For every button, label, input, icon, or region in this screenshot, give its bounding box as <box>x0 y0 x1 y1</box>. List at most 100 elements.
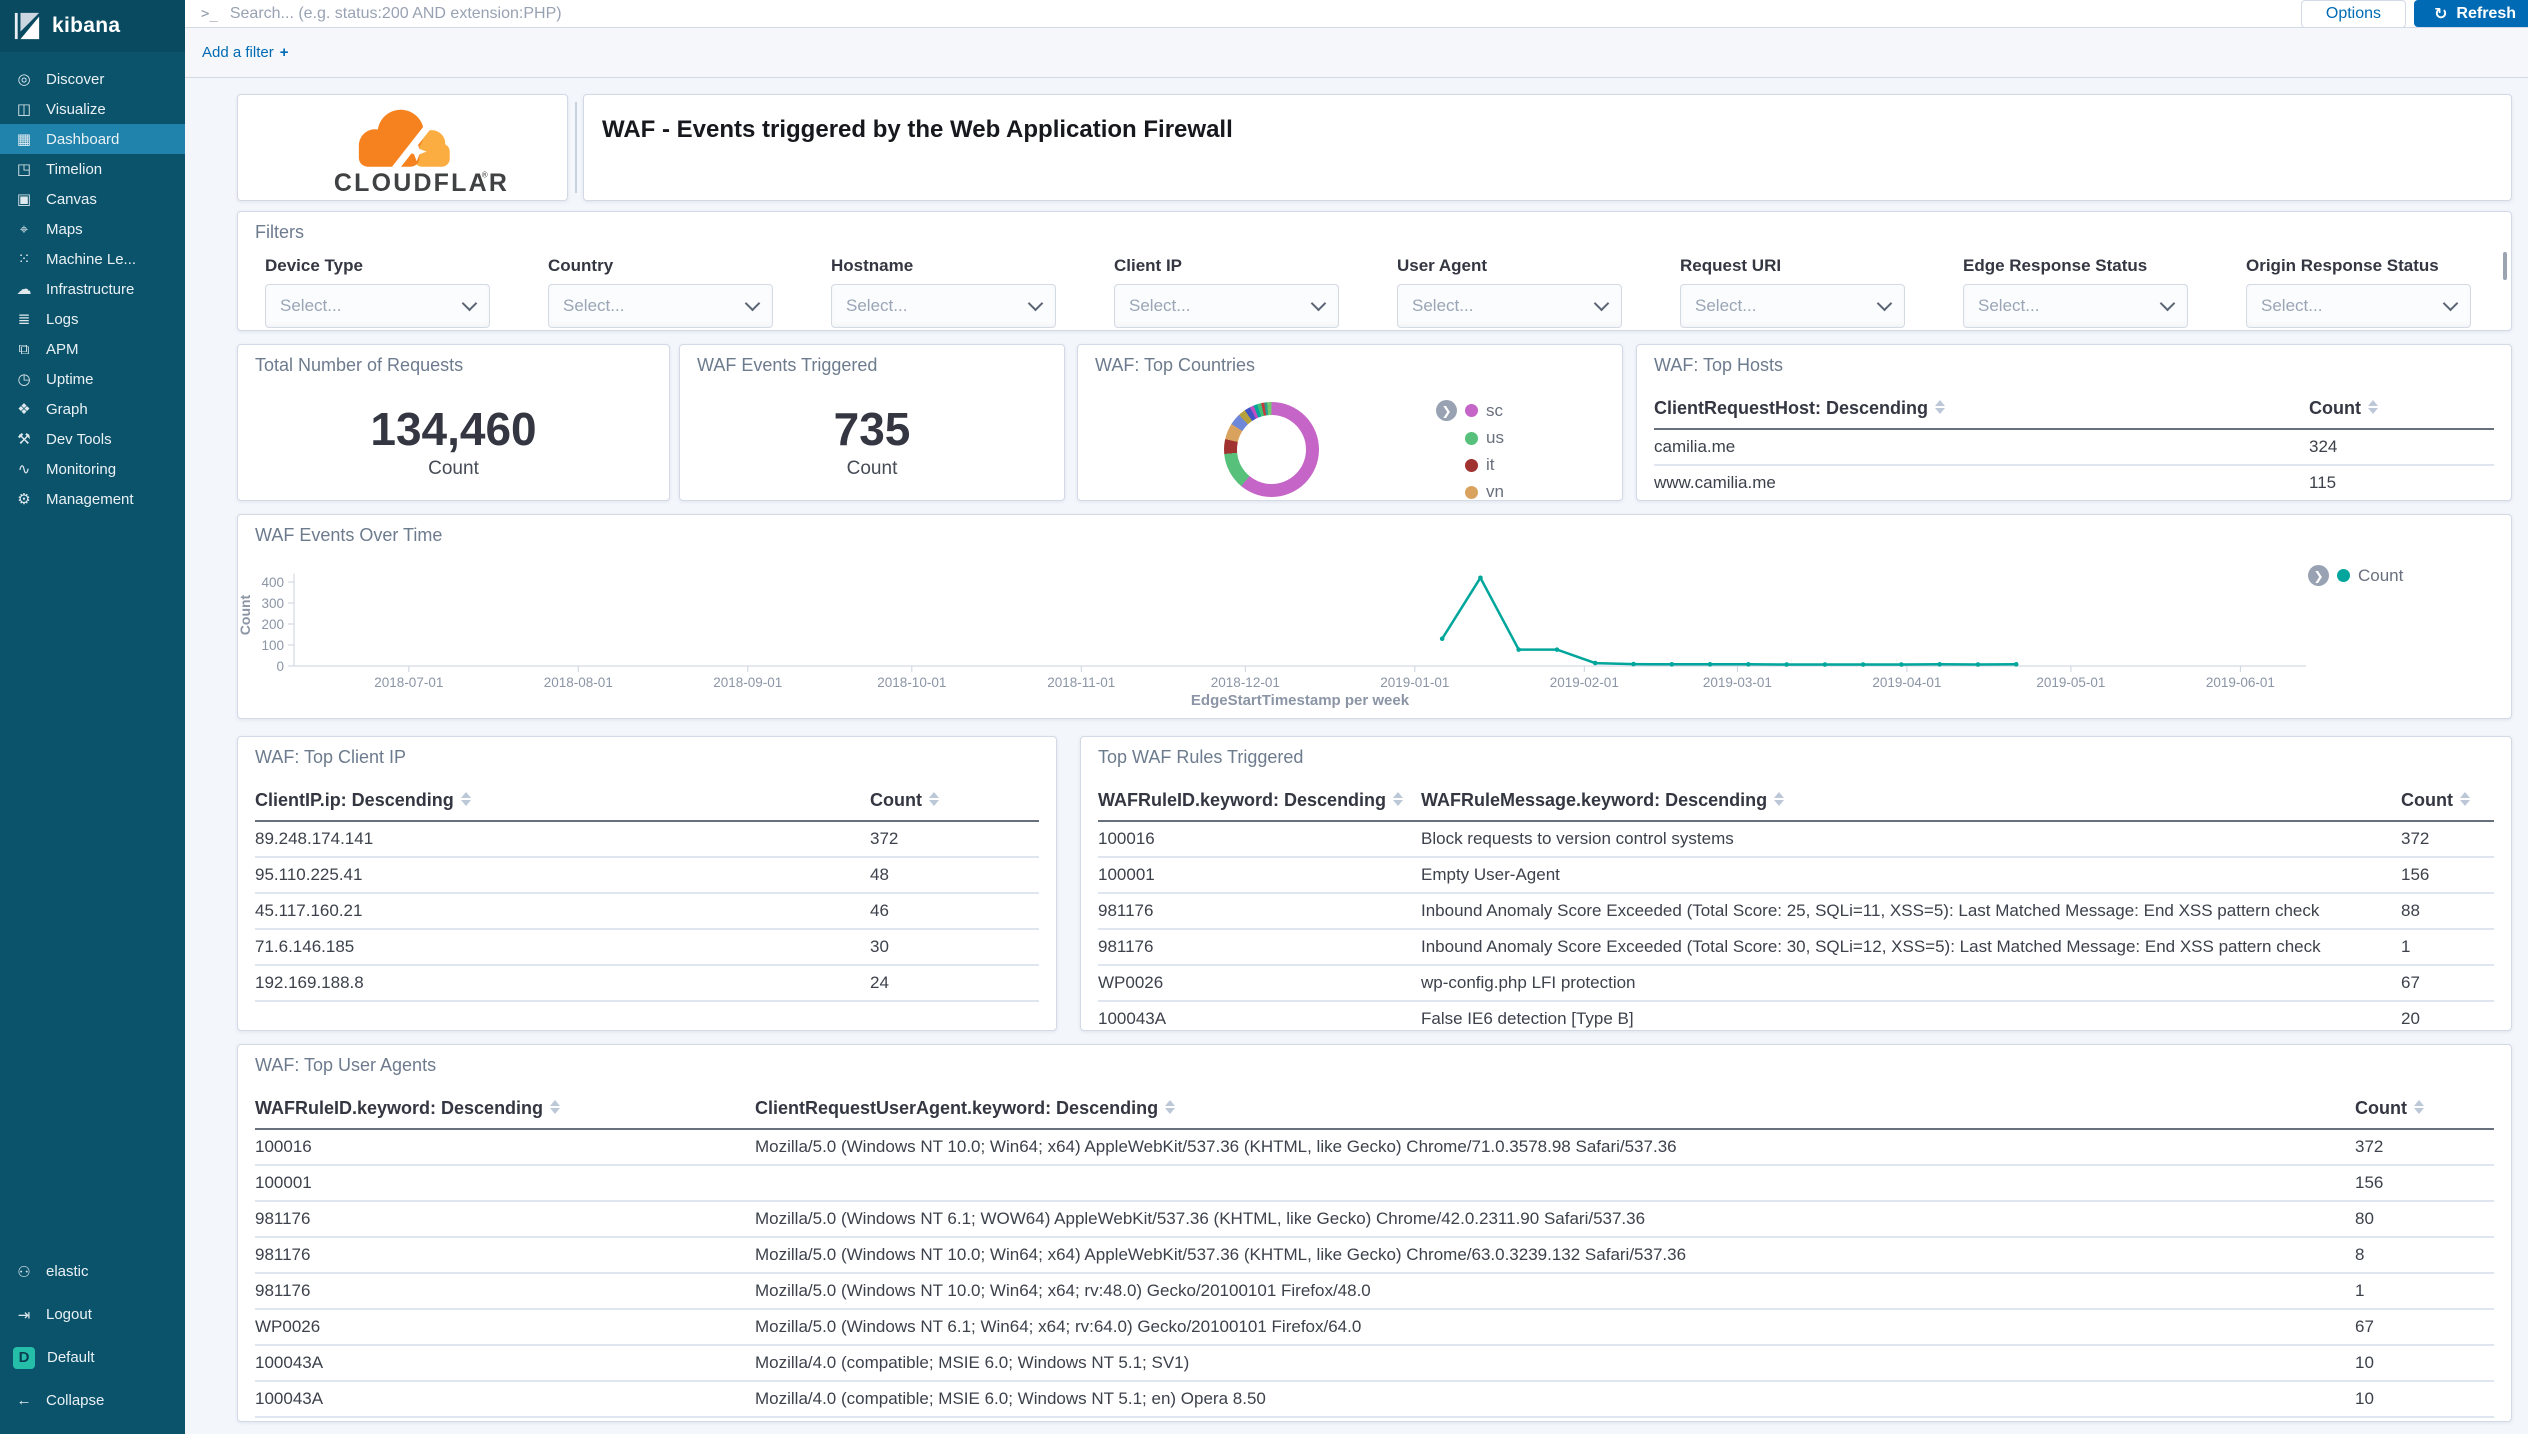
table-row[interactable]: WP0026wp-config.php LFI protection67 <box>1098 966 2494 1002</box>
data-point[interactable] <box>2014 662 2019 667</box>
column-header[interactable]: Count <box>870 790 1039 811</box>
sidebar-item-canvas[interactable]: ▣Canvas <box>0 184 185 214</box>
column-header[interactable]: Count <box>2309 398 2494 419</box>
filter-select-user-agent[interactable]: Select... <box>1397 284 1622 328</box>
refresh-button[interactable]: ↻ Refresh <box>2414 0 2528 27</box>
sidebar-item-discover[interactable]: ◎Discover <box>0 64 185 94</box>
table-row[interactable]: 100001156 <box>255 1166 2494 1202</box>
table-row[interactable]: 95.110.225.4148 <box>255 858 1039 894</box>
table-row[interactable]: 100016Mozilla/5.0 (Windows NT 10.0; Win6… <box>255 1130 2494 1166</box>
table-row[interactable]: 192.169.188.824 <box>255 966 1039 1002</box>
sort-icon[interactable] <box>2414 1100 2424 1114</box>
table-row[interactable]: 981176Mozilla/5.0 (Windows NT 10.0; Win6… <box>255 1238 2494 1274</box>
table-row[interactable]: camilia.me324 <box>1654 430 2494 466</box>
data-point[interactable] <box>1516 647 1521 652</box>
table-row[interactable]: 100001Empty User-Agent156 <box>1098 858 2494 894</box>
options-button[interactable]: Options <box>2301 0 2406 28</box>
legend-item-it[interactable]: it <box>1436 455 1504 475</box>
filter-select-edge-response-status[interactable]: Select... <box>1963 284 2188 328</box>
data-point[interactable] <box>1746 662 1751 667</box>
legend-label[interactable]: Count <box>2358 566 2403 586</box>
legend-item-sc[interactable]: ❯sc <box>1436 400 1504 421</box>
filter-select-device-type[interactable]: Select... <box>265 284 490 328</box>
data-point[interactable] <box>1593 661 1598 666</box>
data-point[interactable] <box>1861 662 1866 667</box>
sort-icon[interactable] <box>1165 1100 1175 1114</box>
sidebar-item-visualize[interactable]: ◫Visualize <box>0 94 185 124</box>
sidebar-item-graph[interactable]: ❖Graph <box>0 394 185 424</box>
data-point[interactable] <box>1937 662 1942 667</box>
legend-item-vn[interactable]: vn <box>1436 482 1504 501</box>
sidebar-item-machine-le[interactable]: ⁙Machine Le... <box>0 244 185 274</box>
add-filter-plus-icon[interactable]: + <box>280 44 289 61</box>
sidebar-item-logs[interactable]: ≣Logs <box>0 304 185 334</box>
filter-select-hostname[interactable]: Select... <box>831 284 1056 328</box>
filter-select-request-uri[interactable]: Select... <box>1680 284 1905 328</box>
sort-icon[interactable] <box>550 1100 560 1114</box>
table-row[interactable]: 100043AFalse IE6 detection [Type B]20 <box>1098 1002 2494 1031</box>
filters-scrollbar[interactable] <box>2503 252 2507 280</box>
sort-icon[interactable] <box>2368 400 2378 414</box>
column-header[interactable]: WAFRuleID.keyword: Descending <box>1098 790 1421 811</box>
sort-icon[interactable] <box>1393 792 1403 806</box>
sidebar-item-default[interactable]: DDefault <box>0 1336 185 1379</box>
sidebar-item-dashboard[interactable]: ▦Dashboard <box>0 124 185 154</box>
events-line-chart[interactable]: 01002003004002018-07-012018-08-012018-09… <box>238 515 2507 719</box>
legend-item-us[interactable]: us <box>1436 428 1504 448</box>
sort-icon[interactable] <box>2460 792 2470 806</box>
filter-select-origin-response-status[interactable]: Select... <box>2246 284 2471 328</box>
filter-select-country[interactable]: Select... <box>548 284 773 328</box>
data-point[interactable] <box>1631 662 1636 667</box>
table-row[interactable]: 981176Mozilla/5.0 (Windows NT 6.1; WOW64… <box>255 1202 2494 1238</box>
search-input[interactable]: >_ Search... (e.g. status:200 AND extens… <box>185 5 2301 23</box>
data-point[interactable] <box>1784 662 1789 667</box>
sort-icon[interactable] <box>461 792 471 806</box>
table-row[interactable]: www.camilia.me115 <box>1654 466 2494 501</box>
sort-icon[interactable] <box>1774 792 1784 806</box>
sidebar-item-elastic[interactable]: ⚇elastic <box>0 1250 185 1293</box>
table-row[interactable]: 100016Block requests to version control … <box>1098 822 2494 858</box>
data-point[interactable] <box>1823 662 1828 667</box>
table-row[interactable]: 981176Mozilla/5.0 (Windows NT 10.0; Win6… <box>255 1274 2494 1310</box>
column-header[interactable]: WAFRuleID.keyword: Descending <box>255 1098 755 1119</box>
data-point[interactable] <box>1708 662 1713 667</box>
data-point[interactable] <box>1440 636 1445 641</box>
data-point[interactable] <box>1478 576 1483 581</box>
table-row[interactable]: 45.117.160.2146 <box>255 894 1039 930</box>
sort-icon[interactable] <box>929 792 939 806</box>
table-row[interactable]: 981176Inbound Anomaly Score Exceeded (To… <box>1098 894 2494 930</box>
column-header[interactable]: Count <box>2401 790 2494 811</box>
column-header[interactable]: ClientRequestUserAgent.keyword: Descendi… <box>755 1098 2355 1119</box>
table-row[interactable]: 100043AMozilla/4.0 (compatible; MSIE 6.0… <box>255 1346 2494 1382</box>
table-row[interactable]: 100043AMozilla/4.0 (compatible; MSIE 6.0… <box>255 1382 2494 1418</box>
sidebar-item-monitoring[interactable]: ∿Monitoring <box>0 454 185 484</box>
add-filter-link[interactable]: Add a filter <box>202 44 274 61</box>
column-header[interactable]: Count <box>2355 1098 2494 1119</box>
table-row[interactable]: 71.6.146.18530 <box>255 930 1039 966</box>
sidebar-item-collapse[interactable]: ←Collapse <box>0 1379 185 1422</box>
data-point[interactable] <box>1899 662 1904 667</box>
sidebar-item-logout[interactable]: ⇥Logout <box>0 1293 185 1336</box>
sort-icon[interactable] <box>1935 400 1945 414</box>
table-row[interactable]: 89.248.174.141372 <box>255 822 1039 858</box>
data-point[interactable] <box>1555 647 1560 652</box>
sidebar-item-management[interactable]: ⚙Management <box>0 484 185 514</box>
countries-donut-chart[interactable] <box>1224 402 1319 497</box>
legend-expand-icon[interactable]: ❯ <box>1436 400 1457 421</box>
sidebar-item-timelion[interactable]: ◳Timelion <box>0 154 185 184</box>
table-row[interactable]: WP0026Mozilla/5.0 (Windows NT 6.1; Win64… <box>255 1310 2494 1346</box>
line-series-count[interactable] <box>1442 578 2016 665</box>
data-point[interactable] <box>1669 662 1674 667</box>
sidebar-item-apm[interactable]: ⧉APM <box>0 334 185 364</box>
column-header[interactable]: WAFRuleMessage.keyword: Descending <box>1421 790 2401 811</box>
sidebar-item-dev-tools[interactable]: ⚒Dev Tools <box>0 424 185 454</box>
legend-expand-icon[interactable]: ❯ <box>2308 565 2329 586</box>
sidebar-item-infrastructure[interactable]: ☁Infrastructure <box>0 274 185 304</box>
column-header[interactable]: ClientRequestHost: Descending <box>1654 398 2309 419</box>
kibana-logo-row[interactable]: kibana <box>0 0 185 52</box>
sidebar-item-uptime[interactable]: ◷Uptime <box>0 364 185 394</box>
column-header[interactable]: ClientIP.ip: Descending <box>255 790 870 811</box>
table-row[interactable]: 981176Inbound Anomaly Score Exceeded (To… <box>1098 930 2494 966</box>
filter-select-client-ip[interactable]: Select... <box>1114 284 1339 328</box>
sidebar-item-maps[interactable]: ⌖Maps <box>0 214 185 244</box>
